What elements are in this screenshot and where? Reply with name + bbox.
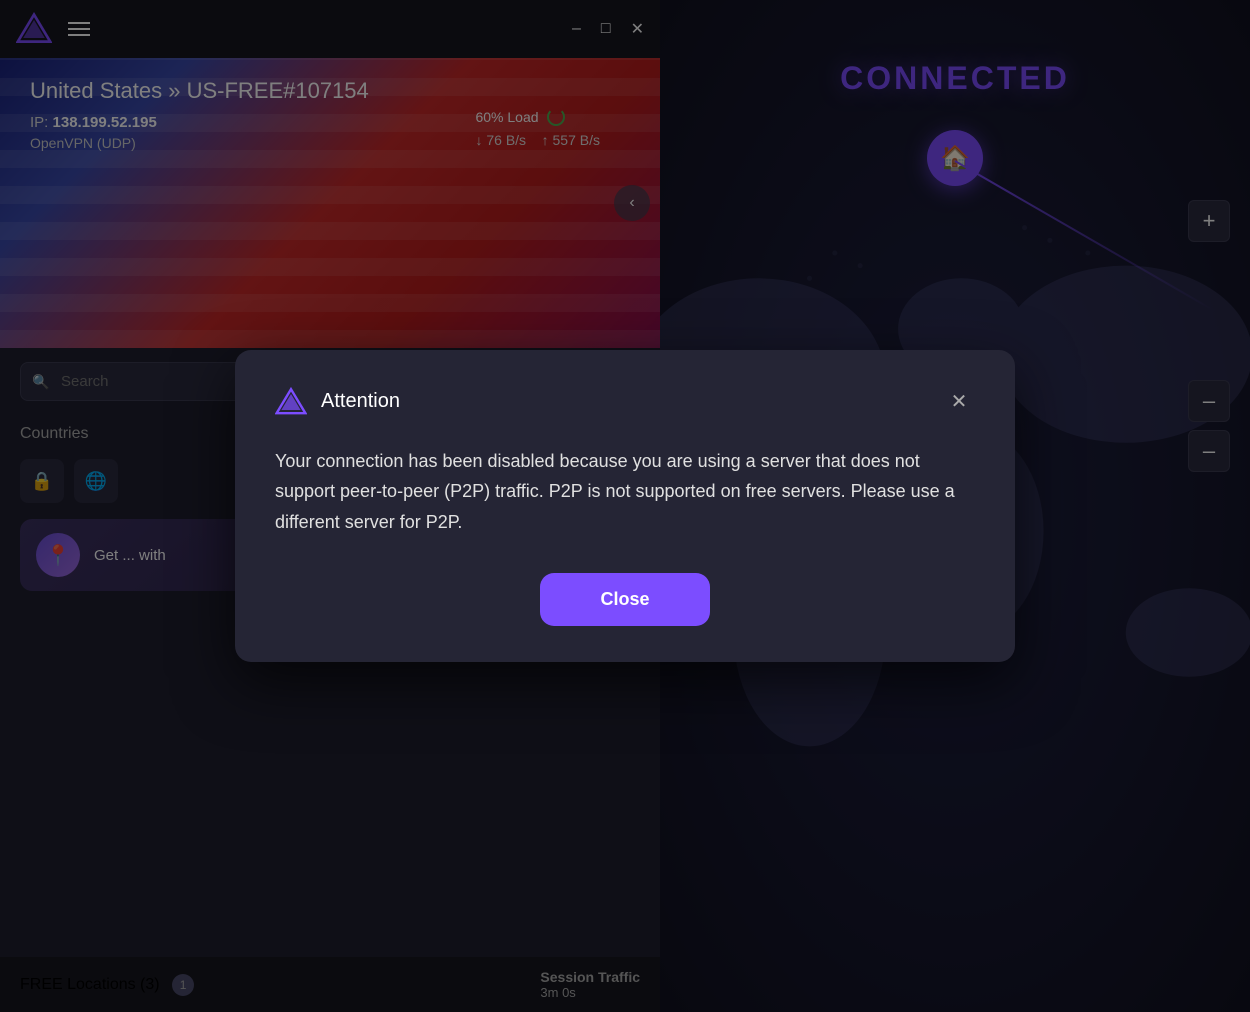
modal-title: Attention [321, 390, 929, 413]
modal-logo-icon [275, 386, 307, 418]
modal-overlay: Attention ✕ Your connection has been dis… [0, 0, 1250, 1012]
modal-header: Attention ✕ [275, 386, 975, 418]
modal-body-text: Your connection has been disabled becaus… [275, 446, 975, 538]
modal-close-button[interactable]: ✕ [943, 386, 975, 418]
attention-modal: Attention ✕ Your connection has been dis… [235, 350, 1015, 663]
modal-footer: Close [275, 573, 975, 626]
modal-close-action-button[interactable]: Close [540, 573, 709, 626]
